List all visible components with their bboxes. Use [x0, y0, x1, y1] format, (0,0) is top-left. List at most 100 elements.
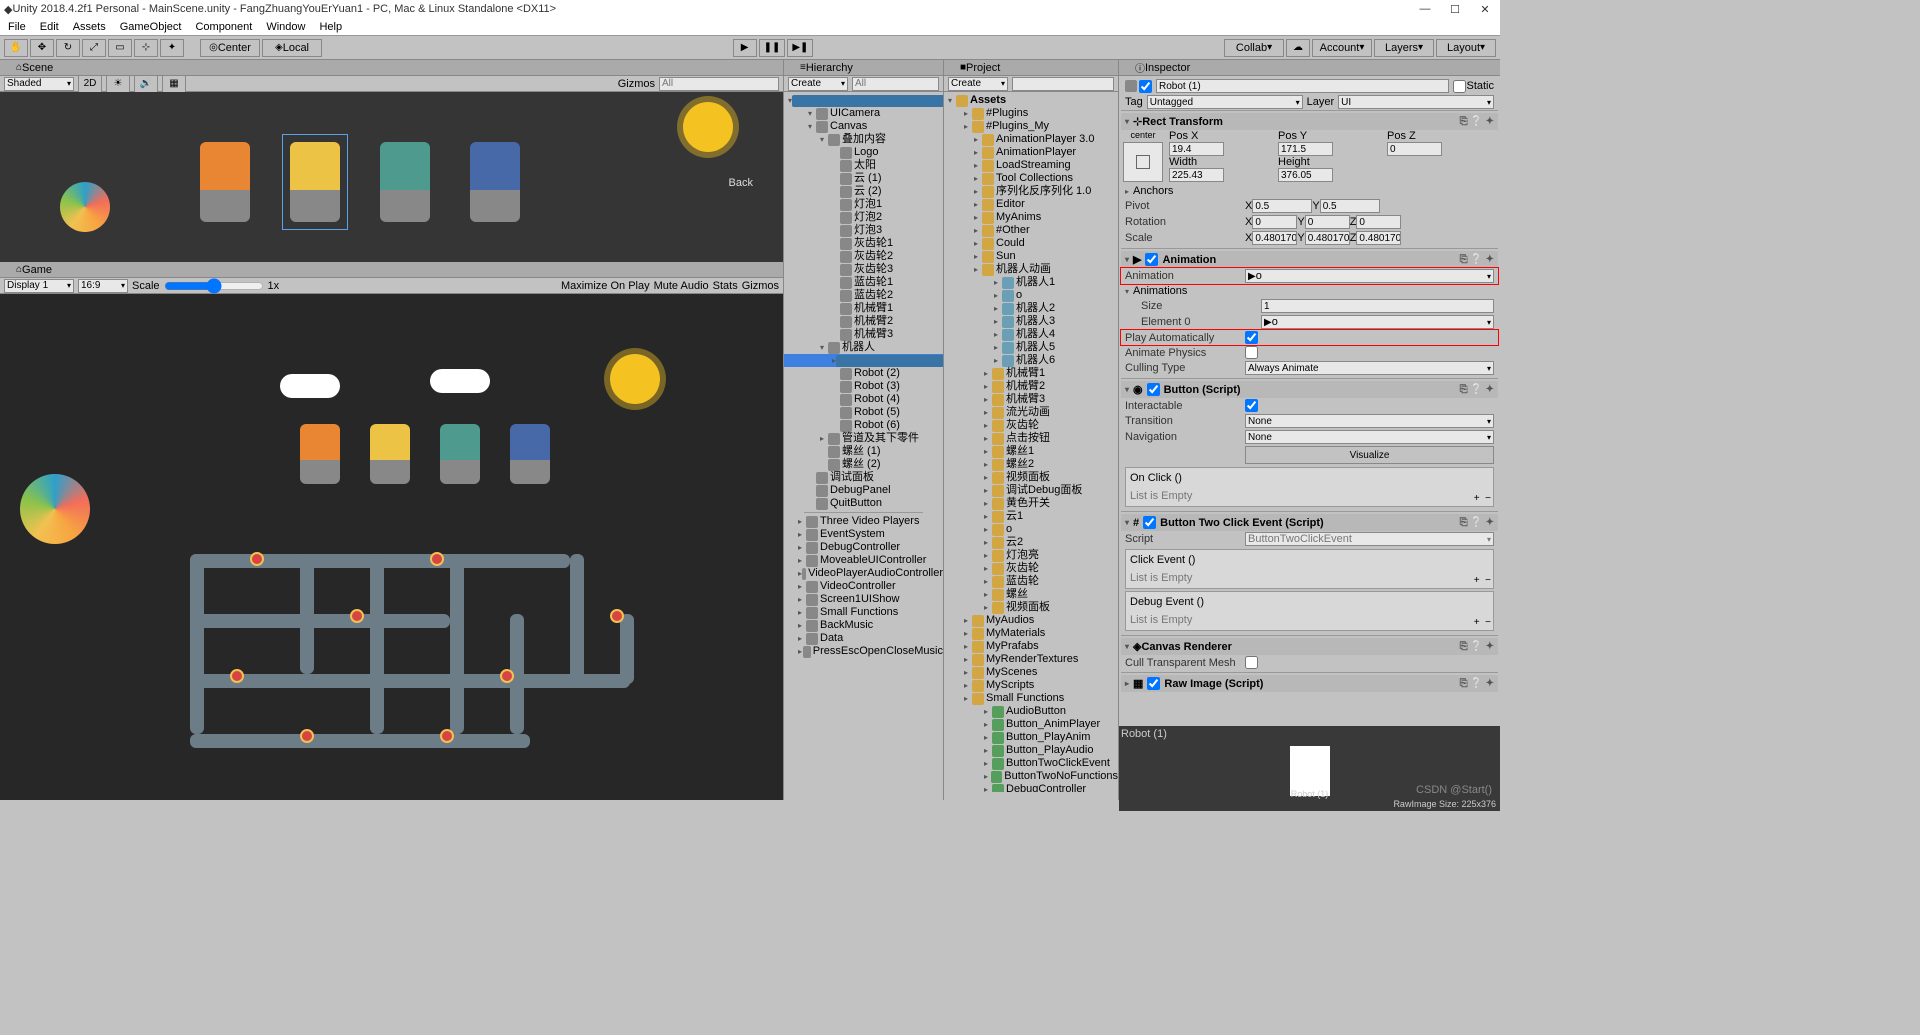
project-item[interactable]: ▸机器人3 — [944, 315, 1118, 328]
project-item[interactable]: ▸AudioButton — [944, 705, 1118, 718]
rot-y[interactable] — [1305, 215, 1350, 229]
pos-y-field[interactable] — [1278, 142, 1333, 156]
hierarchy-tree[interactable]: ▾MainScene ▾UICamera▾Canvas▾叠加内容Logo太阳云 … — [784, 92, 943, 792]
hand-tool-button[interactable]: ✋ — [4, 39, 28, 57]
project-item[interactable]: ▸Sun — [944, 250, 1118, 263]
project-item[interactable]: ▸Button_PlayAudio — [944, 744, 1118, 757]
hierarchy-item[interactable]: 灯泡2 — [784, 211, 943, 224]
project-item[interactable]: ▸蓝齿轮 — [944, 575, 1118, 588]
pause-button[interactable]: ❚❚ — [759, 39, 786, 57]
pivot-x[interactable] — [1252, 199, 1312, 213]
display-dropdown[interactable]: Display 1 — [4, 279, 74, 293]
onclick-event-list[interactable]: On Click () List is Empty + − — [1125, 467, 1494, 507]
project-item[interactable]: ▸黄色开关 — [944, 497, 1118, 510]
project-item[interactable]: ▸机器人4 — [944, 328, 1118, 341]
hierarchy-item[interactable]: ▸BackMusic — [784, 619, 943, 632]
game-tab[interactable]: ⌂ Game — [0, 262, 783, 278]
height-field[interactable] — [1278, 168, 1333, 182]
hierarchy-item[interactable]: ▾叠加内容 — [784, 133, 943, 146]
project-item[interactable]: ▸Could — [944, 237, 1118, 250]
transition-dropdown[interactable]: None — [1245, 414, 1494, 428]
menu-component[interactable]: Component — [195, 21, 252, 33]
animation-enabled[interactable] — [1145, 253, 1158, 266]
audio-toggle[interactable]: 🔊 — [134, 75, 158, 93]
project-item[interactable]: ▸螺丝1 — [944, 445, 1118, 458]
hierarchy-item[interactable]: ▸PressEscOpenCloseMusic — [784, 645, 943, 658]
hierarchy-item[interactable]: ▸VideoPlayerAudioController — [784, 567, 943, 580]
project-item[interactable]: ▸MyMaterials — [944, 627, 1118, 640]
project-item[interactable]: ▸Button_AnimPlayer — [944, 718, 1118, 731]
project-item[interactable]: ▸AnimationPlayer 3.0 — [944, 133, 1118, 146]
hierarchy-item[interactable]: 灯泡1 — [784, 198, 943, 211]
project-item[interactable]: ▸机器人动画 — [944, 263, 1118, 276]
project-search[interactable] — [1012, 77, 1114, 91]
project-item[interactable]: ▸灰齿轮 — [944, 562, 1118, 575]
project-tree[interactable]: ▾Assets ▸#Plugins▸#Plugins_My ▸Animation… — [944, 92, 1118, 792]
stats-toggle[interactable]: Stats — [713, 280, 738, 292]
project-item[interactable]: ▸MyAudios — [944, 614, 1118, 627]
hierarchy-item[interactable]: ▾机器人 — [784, 341, 943, 354]
project-item[interactable]: ▸视频面板 — [944, 601, 1118, 614]
cloud-button[interactable]: ☁ — [1286, 39, 1310, 57]
menu-file[interactable]: File — [8, 21, 26, 33]
shaded-dropdown[interactable]: Shaded — [4, 77, 74, 91]
project-item[interactable]: ▸Small Functions — [944, 692, 1118, 705]
project-item[interactable]: ▸视频面板 — [944, 471, 1118, 484]
pos-x-field[interactable] — [1169, 142, 1224, 156]
inspector-tab[interactable]: ⓘ Inspector — [1119, 60, 1500, 76]
scale-tool-button[interactable]: ⤢ — [82, 39, 106, 57]
step-button[interactable]: ▶❚ — [787, 39, 813, 57]
gizmos-toggle[interactable]: Gizmos — [742, 280, 779, 292]
project-item[interactable]: ▸螺丝 — [944, 588, 1118, 601]
project-item[interactable]: ▸机械臂3 — [944, 393, 1118, 406]
object-name-field[interactable] — [1156, 79, 1449, 93]
menu-gameobject[interactable]: GameObject — [120, 21, 182, 33]
hierarchy-item[interactable]: 螺丝 (1) — [784, 445, 943, 458]
hierarchy-item[interactable]: 机械臂3 — [784, 328, 943, 341]
close-button[interactable]: ✕ — [1470, 3, 1500, 16]
hierarchy-robot-item[interactable]: ▸Robot (1) — [784, 354, 943, 367]
gizmos-label[interactable]: Gizmos — [618, 78, 655, 90]
menu-assets[interactable]: Assets — [73, 21, 106, 33]
anchor-preset-button[interactable] — [1123, 142, 1163, 182]
scale-x[interactable] — [1252, 231, 1297, 245]
minimize-button[interactable]: — — [1410, 3, 1440, 16]
debug-event-list[interactable]: Debug Event () List is Empty + − — [1125, 591, 1494, 631]
layers-button[interactable]: Layers ▾ — [1374, 39, 1434, 57]
maximize-button[interactable]: ☐ — [1440, 3, 1470, 16]
project-item[interactable]: ▸机械臂2 — [944, 380, 1118, 393]
rotate-tool-button[interactable]: ↻ — [56, 39, 80, 57]
rot-z[interactable] — [1356, 215, 1401, 229]
hierarchy-item[interactable]: 机械臂1 — [784, 302, 943, 315]
project-item[interactable]: ▸Button_PlayAnim — [944, 731, 1118, 744]
project-item[interactable]: ▸机器人2 — [944, 302, 1118, 315]
project-item[interactable]: ▸LoadStreaming — [944, 159, 1118, 172]
hierarchy-item[interactable]: ▸Screen1UIShow — [784, 593, 943, 606]
hierarchy-tab[interactable]: ≡ Hierarchy — [784, 60, 943, 76]
hierarchy-item[interactable]: 云 (2) — [784, 185, 943, 198]
project-item[interactable]: ▸o — [944, 523, 1118, 536]
hierarchy-item[interactable]: ▸MoveableUIController — [784, 554, 943, 567]
play-automatically-checkbox[interactable] — [1245, 331, 1258, 344]
width-field[interactable] — [1169, 168, 1224, 182]
hierarchy-item[interactable]: 蓝齿轮1 — [784, 276, 943, 289]
project-item[interactable]: ▸流光动画 — [944, 406, 1118, 419]
fx-toggle[interactable]: ▦ — [162, 75, 186, 93]
visualize-button[interactable]: Visualize — [1245, 446, 1494, 464]
pivot-y[interactable] — [1320, 199, 1380, 213]
active-checkbox[interactable] — [1139, 80, 1152, 93]
project-item[interactable]: ▸点击按钮 — [944, 432, 1118, 445]
menu-window[interactable]: Window — [266, 21, 305, 33]
pivot-local-button[interactable]: ◈ Local — [262, 39, 322, 57]
hierarchy-item[interactable]: ▸Data — [784, 632, 943, 645]
maximize-toggle[interactable]: Maximize On Play — [561, 280, 650, 292]
project-item[interactable]: ▸MyAnims — [944, 211, 1118, 224]
hierarchy-item[interactable]: 灰齿轮3 — [784, 263, 943, 276]
hierarchy-item[interactable]: ▸DebugController — [784, 541, 943, 554]
hierarchy-robot-item[interactable]: Robot (3) — [784, 380, 943, 393]
project-item[interactable]: ▸Tool Collections — [944, 172, 1118, 185]
scene-search[interactable] — [659, 77, 779, 91]
animate-physics-checkbox[interactable] — [1245, 346, 1258, 359]
hierarchy-item[interactable]: 灰齿轮2 — [784, 250, 943, 263]
play-button[interactable]: ▶ — [733, 39, 757, 57]
